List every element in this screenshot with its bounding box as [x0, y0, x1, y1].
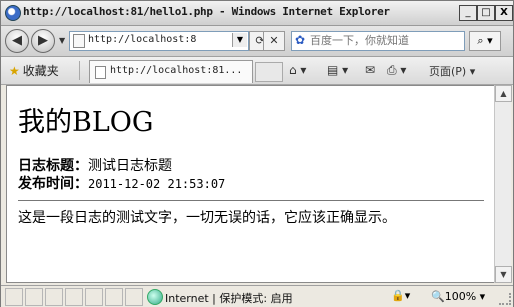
ie-icon [5, 5, 21, 21]
status-cell [25, 288, 43, 306]
print-icon[interactable]: ⎙ ▾ [387, 63, 406, 78]
scroll-down-icon[interactable]: ▼ [495, 266, 512, 283]
tab-current[interactable]: http://localhost:81... [89, 60, 253, 83]
zoom-level[interactable]: 🔍100% ▾ [431, 290, 485, 303]
globe-icon [147, 289, 163, 305]
scroll-up-icon[interactable]: ▲ [495, 85, 512, 102]
minimize-button[interactable]: _ [459, 5, 477, 21]
search-box[interactable]: ✿ [291, 31, 465, 51]
status-cell [5, 288, 23, 306]
maximize-button[interactable]: □ [477, 5, 495, 21]
status-cell [65, 288, 83, 306]
resize-grip[interactable] [499, 293, 511, 305]
close-button[interactable]: X [495, 5, 513, 21]
search-icon[interactable]: ⌕ ▾ [469, 31, 501, 51]
tab-label: http://localhost:81... [110, 65, 243, 76]
home-icon[interactable]: ⌂ ▾ [289, 63, 306, 77]
page-menu[interactable]: 页面(P) ▾ [429, 63, 475, 79]
post-time-line: 发布时间：2011-12-02 21:53:07 [18, 173, 225, 193]
page-content: 我的BLOG 日志标题：测试日志标题 发布时间：2011-12-02 21:53… [6, 85, 495, 283]
post-title-label: 日志标题： [18, 158, 88, 174]
new-tab-button[interactable] [255, 62, 283, 82]
star-icon: ★ [9, 64, 20, 78]
search-input[interactable] [310, 33, 460, 48]
back-icon[interactable]: ◀ [5, 29, 29, 53]
status-cell [85, 288, 103, 306]
mail-icon[interactable]: ✉ [365, 63, 375, 77]
page-icon [73, 34, 85, 48]
address-toolbar: ◀ ▶ ▼ http://localhost:8 ▼ ⟳ ✕ ✿ ⌕ ▾ [1, 26, 513, 57]
page-icon [95, 66, 106, 79]
address-dropdown-icon[interactable]: ▼ [232, 33, 247, 47]
status-bar: Internet | 保护模式: 启用 🔒▾ 🔍100% ▾ [1, 285, 513, 307]
feed-icon[interactable]: ▤ ▾ [327, 63, 348, 77]
history-dropdown-icon[interactable]: ▼ [59, 36, 65, 45]
divider [18, 200, 484, 201]
address-bar[interactable]: http://localhost:8 ▼ [69, 31, 249, 51]
stop-icon[interactable]: ✕ [263, 31, 285, 51]
address-url[interactable]: http://localhost:8 [88, 34, 228, 45]
page-title: 我的BLOG [18, 107, 154, 138]
vertical-scrollbar[interactable]: ▲ ▼ [494, 85, 512, 283]
browser-window: http://localhost:81/hello1.php - Windows… [0, 0, 514, 307]
post-time-value: 2011-12-02 21:53:07 [88, 177, 226, 191]
favorites-label: 收藏夹 [22, 64, 59, 78]
forward-icon[interactable]: ▶ [31, 29, 55, 53]
window-title: http://localhost:81/hello1.php - Windows… [23, 5, 390, 18]
lock-icon[interactable]: 🔒▾ [391, 289, 410, 302]
security-zone[interactable]: Internet | 保护模式: 启用 [165, 290, 293, 306]
favorites-bar: ★ 收藏夹 http://localhost:81... ⌂ ▾ ▤ ▾ ✉ ⎙ … [1, 57, 513, 85]
status-cell [45, 288, 63, 306]
title-bar: http://localhost:81/hello1.php - Windows… [1, 1, 513, 26]
zoom-icon: 🔍 [431, 290, 445, 303]
status-cell [125, 288, 143, 306]
zoom-value: 100% [444, 290, 477, 303]
post-body: 这是一段日志的测试文字，一切无误的话，它应该正确显示。 [18, 210, 396, 226]
status-cell [105, 288, 123, 306]
post-title-line: 日志标题：测试日志标题 [18, 155, 172, 175]
divider [79, 61, 80, 80]
favorites-button[interactable]: ★ 收藏夹 [9, 62, 59, 79]
page-menu-label: 页面(P) [429, 65, 467, 78]
post-title-value: 测试日志标题 [88, 158, 172, 174]
baidu-icon: ✿ [295, 33, 306, 47]
post-time-label: 发布时间： [18, 176, 88, 192]
